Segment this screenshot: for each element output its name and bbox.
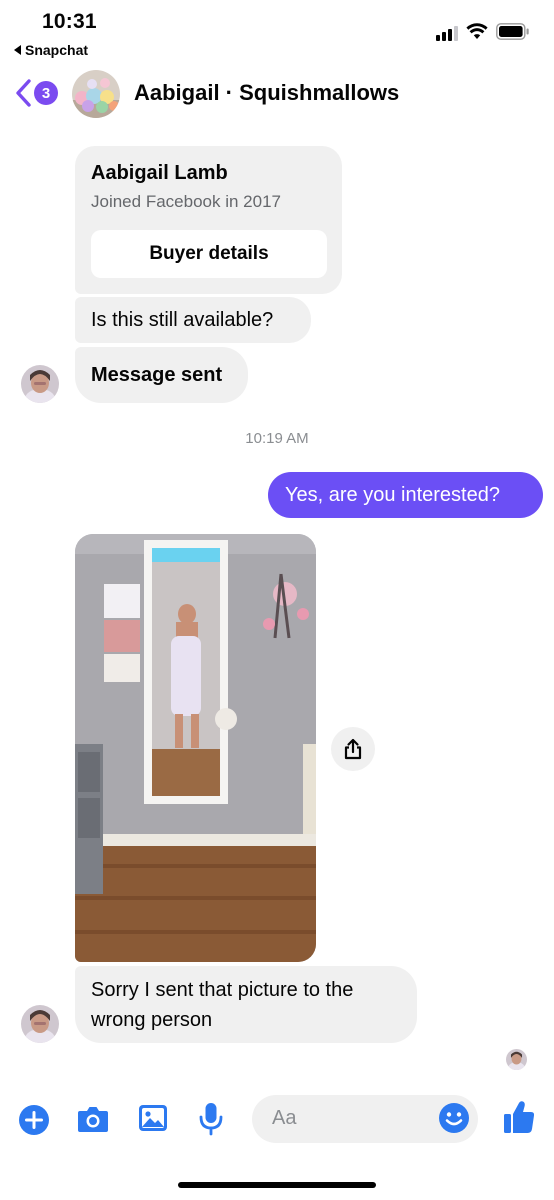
home-indicator bbox=[178, 1182, 376, 1188]
camera-icon[interactable] bbox=[76, 1104, 110, 1134]
back-triangle-icon bbox=[14, 45, 21, 55]
sender-avatar-photo bbox=[21, 365, 59, 403]
status-bar: 10:31 Snapchat bbox=[0, 0, 554, 64]
read-receipt-photo bbox=[506, 1049, 527, 1070]
wifi-icon bbox=[466, 23, 488, 39]
conversation-avatar[interactable] bbox=[72, 70, 120, 118]
buyer-name: Aabigail Lamb bbox=[91, 162, 228, 184]
cell-signal-icon bbox=[436, 26, 458, 41]
battery-icon bbox=[496, 23, 529, 40]
message-bubble-outgoing[interactable]: Yes, are you interested? bbox=[268, 472, 543, 518]
plus-icon[interactable] bbox=[18, 1104, 50, 1136]
share-icon bbox=[344, 738, 362, 760]
message-input-placeholder: Aa bbox=[272, 1107, 297, 1129]
back-app-label: Snapchat bbox=[25, 42, 89, 58]
back-to-app-link[interactable]: Snapchat bbox=[14, 42, 88, 58]
gallery-icon[interactable] bbox=[137, 1103, 169, 1133]
message-composer: Aa bbox=[0, 1090, 554, 1150]
photo-message[interactable] bbox=[75, 534, 316, 962]
mirror-selfie-photo bbox=[75, 534, 316, 962]
buyer-details-button[interactable]: Buyer details bbox=[91, 230, 327, 278]
sender-avatar[interactable] bbox=[21, 365, 59, 403]
unread-count-badge: 3 bbox=[34, 81, 58, 105]
share-button[interactable] bbox=[331, 727, 375, 771]
message-bubble-incoming[interactable]: Sorry I sent that picture to the wrong p… bbox=[75, 966, 417, 1043]
sender-avatar[interactable] bbox=[21, 1005, 59, 1043]
emoji-icon[interactable] bbox=[438, 1102, 470, 1134]
message-bubble-incoming[interactable]: Is this still available? bbox=[75, 297, 311, 343]
buyer-joined-text: Joined Facebook in 2017 bbox=[91, 192, 281, 211]
message-bubble-incoming[interactable]: Message sent bbox=[75, 347, 248, 403]
conversation-header: 3 Aabigail · Squishmallows bbox=[0, 64, 554, 124]
read-receipt-avatar bbox=[506, 1049, 527, 1070]
back-button[interactable]: 3 bbox=[14, 78, 58, 108]
buyer-info-card: Aabigail Lamb Joined Facebook in 2017 Bu… bbox=[75, 146, 342, 294]
plush-toys-photo bbox=[72, 70, 120, 118]
chevron-left-icon bbox=[16, 79, 31, 107]
thumbs-up-icon[interactable] bbox=[502, 1099, 536, 1135]
message-input[interactable]: Aa bbox=[252, 1095, 478, 1143]
message-timestamp: 10:19 AM bbox=[245, 430, 309, 447]
conversation-title[interactable]: Aabigail · Squishmallows bbox=[134, 80, 399, 106]
status-time: 10:31 bbox=[42, 10, 97, 33]
microphone-icon[interactable] bbox=[198, 1101, 224, 1137]
sender-avatar-photo bbox=[21, 1005, 59, 1043]
